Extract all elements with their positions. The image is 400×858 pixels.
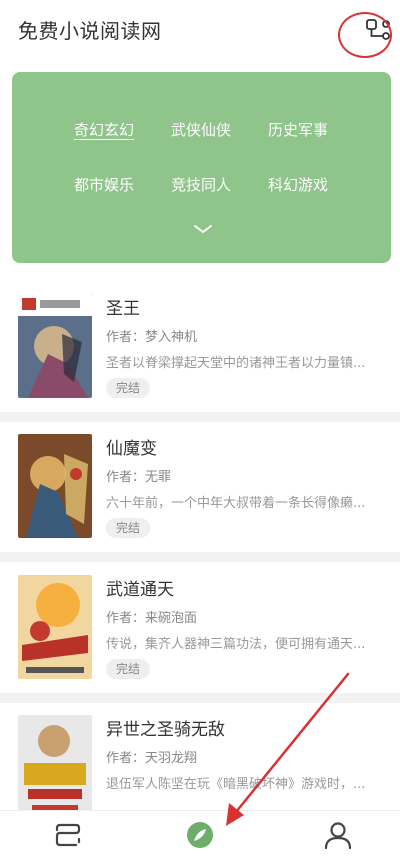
book-description: 退伍军人陈坚在玩《暗黑破坏神》游戏时，... — [106, 777, 366, 792]
book-item[interactable]: 仙魔变 作者：无罪 六十年前，一个中年大叔带着一条长得像癞... 完结 — [0, 422, 400, 552]
status-badge: 完结 — [106, 659, 151, 679]
book-item[interactable]: 圣王 作者：梦入神机 圣者以脊梁撑起天堂中的诸神王者以力量镇... 完结 — [0, 282, 400, 412]
divider — [0, 552, 400, 562]
book-title: 圣王 — [106, 299, 140, 319]
profile-icon[interactable] — [322, 819, 354, 851]
category-item[interactable]: 奇幻玄幻 — [74, 119, 134, 140]
book-author: 作者：无罪 — [106, 470, 172, 485]
bottom-nav — [0, 810, 400, 858]
highlight-circle — [338, 12, 392, 58]
book-title: 异世之圣骑无敌 — [106, 720, 225, 740]
discover-icon[interactable] — [184, 819, 216, 851]
divider — [0, 693, 400, 703]
book-description: 传说，集齐人器神三篇功法，便可拥有通天... — [106, 637, 366, 652]
book-item[interactable]: 武道通天 作者：来碗泡面 传说，集齐人器神三篇功法，便可拥有通天... 完结 — [0, 563, 400, 693]
book-author: 作者：来碗泡面 — [106, 611, 198, 626]
category-item[interactable]: 科幻游戏 — [268, 174, 328, 195]
category-item[interactable]: 武侠仙侠 — [171, 119, 231, 140]
book-description: 六十年前，一个中年大叔带着一条长得像癞... — [106, 496, 366, 511]
book-cover — [18, 294, 92, 398]
book-title: 仙魔变 — [106, 439, 157, 459]
book-cover — [18, 575, 92, 679]
status-badge: 完结 — [106, 518, 151, 538]
app-title: 免费小说阅读网 — [18, 19, 162, 43]
book-title: 武道通天 — [106, 580, 174, 600]
book-author: 作者：梦入神机 — [106, 330, 198, 345]
book-cover — [18, 715, 92, 819]
bookshelf-icon[interactable] — [52, 819, 84, 851]
category-item[interactable]: 竞技同人 — [171, 174, 231, 195]
book-description: 圣者以脊梁撑起天堂中的诸神王者以力量镇... — [106, 356, 366, 371]
category-item[interactable]: 都市娱乐 — [74, 174, 134, 195]
book-cover — [18, 434, 92, 538]
category-item[interactable]: 历史军事 — [268, 119, 328, 140]
chevron-down-icon[interactable] — [193, 223, 213, 235]
book-author: 作者：天羽龙翔 — [106, 751, 198, 766]
header: 免费小说阅读网 — [0, 0, 400, 62]
status-badge: 完结 — [106, 378, 151, 398]
divider — [0, 412, 400, 422]
